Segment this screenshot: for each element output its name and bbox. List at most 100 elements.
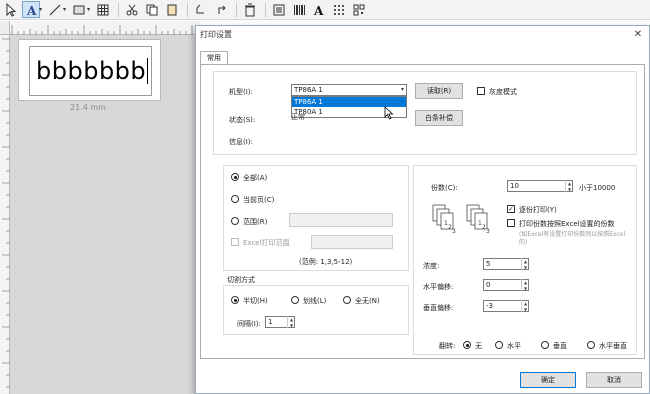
range-input[interactable]: [289, 213, 393, 227]
design-canvas[interactable]: bbbbbbb 21.4 mm: [0, 21, 200, 394]
dialog-title: 打印设置: [200, 30, 232, 39]
cut-title: 切割方式: [227, 276, 255, 284]
flip-none-radio[interactable]: [463, 341, 471, 349]
excel-copies-label: 打印份数按照Excel设置的份数: [519, 220, 615, 228]
flip-vertical-label: 垂直: [553, 342, 567, 350]
model-select-value: TP86A 1: [294, 86, 323, 94]
read-button[interactable]: 读取(R): [415, 83, 463, 99]
rectangle-dropdown-icon[interactable]: ▾: [87, 6, 90, 13]
interval-value: 1: [268, 318, 273, 326]
flip-both-radio[interactable]: [587, 341, 595, 349]
mouse-cursor-icon: [384, 106, 394, 120]
density-spinner[interactable]: ▲ ▼: [521, 258, 529, 270]
grid-icon[interactable]: [330, 1, 348, 18]
align-icon[interactable]: [270, 1, 288, 18]
density-label: 浓度:: [423, 262, 440, 270]
tab-general[interactable]: 常用: [200, 51, 228, 64]
range-custom-label: 范围(R): [243, 218, 268, 226]
cut-line-radio[interactable]: [291, 296, 299, 304]
pointer-icon[interactable]: [2, 1, 20, 18]
flip-label: 翻转:: [439, 342, 456, 350]
cancel-button[interactable]: 取消: [586, 372, 642, 388]
print-settings-dialog: 打印设置 ✕ 常用 机型(I): TP86A 1 ▾ TP86A 1 TP80A…: [195, 25, 650, 394]
horizontal-ruler: [10, 21, 200, 35]
blank-fill-button[interactable]: 白条补偿: [415, 110, 463, 126]
delete-icon[interactable]: [241, 1, 259, 18]
chevron-down-icon: ▾: [400, 86, 404, 93]
cut-half-label: 半切(H): [243, 297, 268, 305]
vertical-offset-value: -3: [486, 302, 493, 310]
label-page[interactable]: bbbbbbb: [18, 39, 161, 101]
close-icon[interactable]: ✕: [627, 28, 649, 42]
collate-checkbox[interactable]: ✓: [507, 205, 515, 213]
svg-text:3: 3: [452, 228, 456, 235]
undo-icon[interactable]: [192, 1, 210, 18]
cut-icon[interactable]: [123, 1, 141, 18]
copies-value: 10: [510, 182, 519, 190]
size-label: 21.4 mm: [70, 103, 106, 112]
text-caret: [147, 58, 149, 84]
dialog-titlebar: 打印设置 ✕: [196, 26, 649, 43]
text-element[interactable]: bbbbbbb: [29, 46, 152, 96]
excel-range-input[interactable]: [311, 235, 393, 249]
grayscale-checkbox[interactable]: [477, 87, 485, 95]
model-select[interactable]: TP86A 1 ▾: [291, 84, 407, 96]
label-text: bbbbbbb: [36, 57, 147, 85]
excel-copies-checkbox[interactable]: [507, 219, 515, 227]
copies-input[interactable]: 10: [507, 180, 573, 192]
cut-none-label: 全无(N): [355, 297, 380, 305]
line-dropdown-icon[interactable]: ▾: [63, 6, 66, 13]
excel-range-checkbox[interactable]: [231, 238, 239, 246]
cut-half-radio[interactable]: [231, 296, 239, 304]
range-custom-radio[interactable]: [231, 217, 239, 225]
ok-button[interactable]: 确定: [520, 372, 576, 388]
flip-vertical-radio[interactable]: [541, 341, 549, 349]
excel-copies-note: (如Excel有设置打印份数则以按照Excel的): [519, 231, 626, 246]
tab-panel: 机型(I): TP86A 1 ▾ TP86A 1 TP80A 1 状态(S): …: [200, 64, 645, 359]
copy-icon[interactable]: [143, 1, 161, 18]
line-icon[interactable]: [46, 1, 64, 18]
main-toolbar: A ▾ ▾ ▾ A: [0, 0, 650, 20]
cut-none-radio[interactable]: [343, 296, 351, 304]
range-all-radio[interactable]: [231, 173, 239, 181]
excel-range-label: Excel打印范围: [243, 239, 290, 247]
cut-line-label: 划线(L): [303, 297, 327, 305]
info-label: 信息(I):: [229, 138, 253, 146]
range-example: (范例: 1,3,5-12): [299, 258, 353, 266]
status-value: 正常: [291, 113, 305, 121]
barcode-icon[interactable]: [290, 1, 308, 18]
font-icon[interactable]: A: [310, 1, 328, 18]
svg-text:A: A: [26, 4, 37, 17]
qrcode-icon[interactable]: [350, 1, 368, 18]
rectangle-icon[interactable]: [70, 1, 88, 18]
flip-horizontal-radio[interactable]: [495, 341, 503, 349]
grayscale-label: 灰度模式: [489, 88, 517, 96]
range-current-label: 当前页(C): [243, 196, 275, 204]
flip-horizontal-label: 水平: [507, 342, 521, 350]
table-icon[interactable]: [94, 1, 112, 18]
density-value: 5: [486, 260, 491, 268]
flip-both-label: 水平垂直: [599, 342, 627, 350]
status-label: 状态(S):: [229, 116, 256, 124]
copies-hint: 小于10000: [579, 184, 616, 192]
vertical-offset-spinner[interactable]: ▲ ▼: [521, 300, 529, 312]
range-current-radio[interactable]: [231, 195, 239, 203]
flip-none-label: 无: [475, 342, 482, 350]
horizontal-offset-value: 0: [486, 281, 491, 289]
range-all-label: 全部(A): [243, 174, 268, 182]
vertical-ruler: [0, 35, 10, 394]
interval-label: 间隔(I):: [237, 320, 261, 328]
interval-spinner[interactable]: ▲ ▼: [287, 316, 295, 328]
vertical-offset-label: 垂直偏移:: [423, 304, 454, 312]
collate-label: 逐份打印(Y): [519, 206, 557, 214]
text-dropdown-icon[interactable]: ▾: [39, 6, 42, 13]
paste-icon[interactable]: [163, 1, 181, 18]
text-icon[interactable]: A: [22, 1, 40, 18]
ruler-corner: [0, 21, 10, 35]
horizontal-offset-spinner[interactable]: ▲ ▼: [521, 279, 529, 291]
horizontal-offset-label: 水平偏移:: [423, 283, 454, 291]
svg-text:3: 3: [486, 228, 490, 235]
model-label: 机型(I):: [229, 88, 253, 96]
redo-icon[interactable]: [212, 1, 230, 18]
copies-spinner[interactable]: ▲ ▼: [565, 180, 573, 192]
